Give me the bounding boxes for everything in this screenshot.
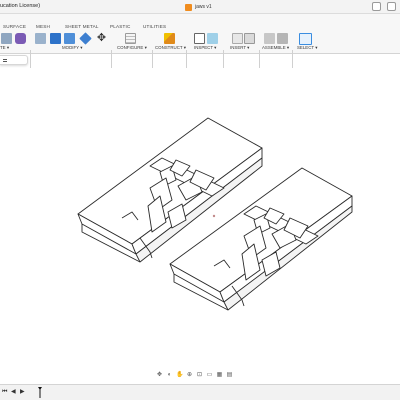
inspect-menu-label[interactable]: INSPECT ▾ (194, 45, 216, 51)
shell-icon[interactable] (79, 32, 92, 45)
tab-utilities[interactable]: UTILITIES (143, 24, 166, 29)
origin-point (212, 214, 216, 218)
move-icon[interactable]: ✥ (96, 33, 107, 44)
measure-icon[interactable] (194, 33, 205, 44)
zoom-icon[interactable]: ⊕ (186, 372, 193, 379)
tab-sheet-metal[interactable]: SHEET METAL (65, 24, 99, 29)
tab-plastic[interactable]: PLASTIC (110, 24, 131, 29)
joint-icon[interactable] (277, 33, 288, 44)
chamfer-icon[interactable] (64, 33, 75, 44)
tab-surface[interactable]: SURFACE (3, 24, 26, 29)
play-icon[interactable]: ▶ (20, 388, 26, 396)
configure-menu-label[interactable]: CONFIGURE ▾ (117, 45, 147, 51)
tab-mesh[interactable]: MESH (36, 24, 50, 29)
interference-icon[interactable] (207, 33, 218, 44)
app-title: ucation License) (0, 3, 41, 9)
select-menu-label[interactable]: SELECT ▾ (297, 45, 317, 51)
grid-icon[interactable]: ▦ (216, 372, 223, 379)
select-icon[interactable] (299, 33, 312, 45)
title-bar: ucation License) jaws v1 (0, 0, 400, 14)
new-tab-icon[interactable] (372, 2, 381, 11)
pan-icon[interactable]: ✋ (176, 372, 183, 379)
fillet-icon[interactable] (50, 33, 61, 44)
close-icon[interactable] (387, 2, 396, 11)
navigation-bar: ✥ ◐ ✋ ⊕ ⊡ ▭ ▦ ▤ (156, 371, 233, 380)
timeline-marker-icon[interactable] (38, 387, 42, 398)
create-icon[interactable] (1, 33, 12, 44)
insert-menu-label[interactable]: INSERT ▾ (230, 45, 249, 51)
step-back-icon[interactable]: ◀ (11, 388, 17, 396)
modify-menu-label[interactable]: MODIFY ▾ (62, 45, 82, 51)
zoom-window-icon[interactable]: ⊡ (196, 372, 203, 379)
viewports-icon[interactable]: ▤ (226, 372, 233, 379)
timeline-bar: ⏮ ◀ ▶ (0, 384, 400, 400)
model-canvas[interactable] (0, 55, 400, 367)
window-controls (372, 2, 396, 11)
document-tab-label: jaws v1 (195, 4, 212, 10)
create-menu-label[interactable]: TE ▾ (0, 45, 9, 51)
orbit-icon[interactable]: ✥ (156, 372, 163, 379)
display-settings-icon[interactable]: ▭ (206, 372, 213, 379)
press-pull-icon[interactable] (35, 33, 46, 44)
workspace-tabs: SURFACE MESH SHEET METAL PLASTIC UTILITI… (0, 24, 400, 31)
assemble-menu-label[interactable]: ASSEMBLE ▾ (262, 45, 289, 51)
look-at-icon[interactable]: ◐ (166, 372, 173, 379)
form-icon[interactable] (15, 33, 26, 44)
insert-image-icon[interactable] (244, 33, 255, 44)
configure-table-icon[interactable] (125, 33, 136, 44)
construct-menu-label[interactable]: CONSTRUCT ▾ (155, 45, 186, 51)
document-icon (185, 3, 192, 11)
browser-panel-tab[interactable] (0, 55, 28, 65)
insert-derive-icon[interactable] (232, 33, 243, 44)
menu-icon (3, 59, 7, 62)
toolbar: SURFACE MESH SHEET METAL PLASTIC UTILITI… (0, 14, 400, 68)
skip-back-icon[interactable]: ⏮ (2, 388, 8, 396)
offset-plane-icon[interactable] (164, 33, 175, 44)
new-component-icon[interactable] (264, 33, 275, 44)
document-tab[interactable]: jaws v1 (185, 2, 212, 12)
